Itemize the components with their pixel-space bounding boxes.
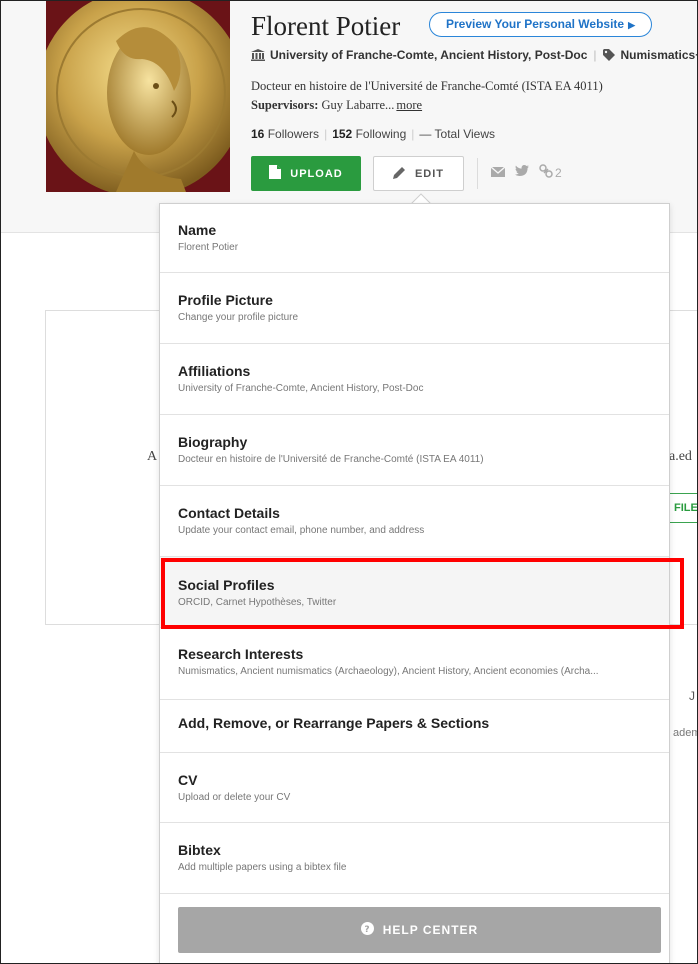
menu-item-title: CV bbox=[178, 772, 198, 788]
research-tag[interactable]: Numismatics bbox=[621, 48, 696, 62]
menu-item-name[interactable]: Name Florent Potier bbox=[160, 204, 669, 273]
separator: | bbox=[411, 127, 415, 141]
pencil-icon bbox=[392, 166, 406, 182]
menu-item-subtitle: University of Franche-Comte, Ancient His… bbox=[178, 383, 424, 394]
help-center-button[interactable]: ? HELP CENTER bbox=[178, 907, 661, 953]
menu-item-subtitle: Update your contact email, phone number,… bbox=[178, 525, 425, 536]
menu-item-contact-details[interactable]: Contact Details Update your contact emai… bbox=[160, 486, 669, 557]
supervisors: Supervisors: Guy Labarre... more bbox=[251, 98, 422, 113]
affiliation-link[interactable]: University of Franche-Comte, Ancient His… bbox=[270, 48, 587, 62]
menu-item-title: Contact Details bbox=[178, 505, 280, 521]
separator: | bbox=[324, 127, 328, 141]
separator: | bbox=[593, 48, 597, 62]
menu-item-bibtex[interactable]: Bibtex Add multiple papers using a bibte… bbox=[160, 823, 669, 894]
following-label: Following bbox=[355, 127, 407, 141]
edit-label: EDIT bbox=[414, 167, 445, 180]
file-icon bbox=[269, 165, 282, 182]
menu-item-biography[interactable]: Biography Docteur en histoire de l'Unive… bbox=[160, 415, 669, 486]
menu-item-papers-sections[interactable]: Add, Remove, or Rearrange Papers & Secti… bbox=[160, 700, 669, 753]
menu-item-subtitle: Upload or delete your CV bbox=[178, 792, 291, 803]
followers-stat[interactable]: 16 Followers bbox=[251, 127, 319, 141]
menu-item-title: Name bbox=[178, 222, 217, 238]
email-icon[interactable] bbox=[490, 165, 506, 180]
views-label: Total Views bbox=[434, 127, 495, 141]
bio-text: Docteur en histoire de l'Université de F… bbox=[251, 79, 603, 93]
menu-item-title: Affiliations bbox=[178, 363, 251, 379]
views-value: — bbox=[419, 127, 432, 141]
menu-item-title: Research Interests bbox=[178, 646, 304, 662]
more-link[interactable]: more bbox=[396, 98, 422, 112]
help-center-label: HELP CENTER bbox=[382, 923, 479, 937]
background-text: A bbox=[147, 449, 158, 464]
menu-item-research-interests[interactable]: Research Interests Numismatics, Ancient … bbox=[160, 628, 669, 700]
tag-icon bbox=[602, 49, 616, 64]
followers-label: Followers bbox=[267, 127, 320, 141]
institution-icon bbox=[251, 49, 265, 64]
menu-item-cv[interactable]: CV Upload or delete your CV bbox=[160, 753, 669, 823]
social-icons: 2 bbox=[490, 164, 562, 181]
following-stat[interactable]: 152 Following bbox=[332, 127, 406, 141]
profile-stats: 16 Followers | 152 Following | — Total Views bbox=[251, 127, 495, 141]
supervisors-value: Guy Labarre... bbox=[321, 98, 395, 112]
menu-item-title: Biography bbox=[178, 434, 248, 450]
preview-website-label: Preview Your Personal Website bbox=[446, 17, 625, 31]
twitter-icon[interactable] bbox=[515, 165, 529, 180]
divider bbox=[477, 158, 478, 189]
menu-item-profile-picture[interactable]: Profile Picture Change your profile pict… bbox=[160, 273, 669, 344]
menu-item-subtitle: Numismatics, Ancient numismatics (Archae… bbox=[178, 666, 599, 677]
avatar[interactable] bbox=[46, 1, 230, 192]
views-stat: — Total Views bbox=[419, 127, 495, 141]
menu-item-affiliations[interactable]: Affiliations University of Franche-Comte… bbox=[160, 344, 669, 415]
background-text: a.ed bbox=[669, 449, 692, 464]
highlight-box bbox=[161, 558, 684, 629]
menu-item-subtitle: Docteur en histoire de l'Université de F… bbox=[178, 454, 484, 465]
followers-count: 16 bbox=[251, 127, 265, 141]
menu-item-subtitle: Florent Potier bbox=[178, 242, 239, 253]
menu-item-subtitle: Change your profile picture bbox=[178, 312, 299, 323]
menu-item-title: Profile Picture bbox=[178, 292, 273, 308]
links-count: 2 bbox=[555, 165, 562, 180]
upload-label: UPLOAD bbox=[290, 167, 343, 180]
background-text: adem bbox=[673, 727, 698, 739]
menu-item-title: Bibtex bbox=[178, 842, 221, 858]
following-count: 152 bbox=[332, 127, 353, 141]
background-text: J bbox=[689, 689, 695, 703]
caret-right-icon: ▶ bbox=[628, 20, 635, 30]
links-icon[interactable] bbox=[539, 164, 553, 181]
svg-text:?: ? bbox=[364, 925, 370, 935]
question-icon: ? bbox=[360, 922, 374, 938]
profile-name: Florent Potier bbox=[251, 11, 401, 41]
preview-website-button[interactable]: Preview Your Personal Website ▶ bbox=[429, 12, 652, 37]
coin-image bbox=[46, 1, 230, 192]
menu-item-title: Add, Remove, or Rearrange Papers & Secti… bbox=[178, 715, 490, 731]
upload-button[interactable]: UPLOAD bbox=[251, 156, 361, 191]
supervisors-label: Supervisors: bbox=[251, 98, 319, 112]
affiliation-row: University of Franche-Comte, Ancient His… bbox=[251, 48, 697, 64]
screen: Florent Potier Preview Your Personal Web… bbox=[0, 0, 698, 964]
menu-item-subtitle: Add multiple papers using a bibtex file bbox=[178, 862, 347, 873]
edit-button[interactable]: EDIT bbox=[373, 156, 464, 191]
